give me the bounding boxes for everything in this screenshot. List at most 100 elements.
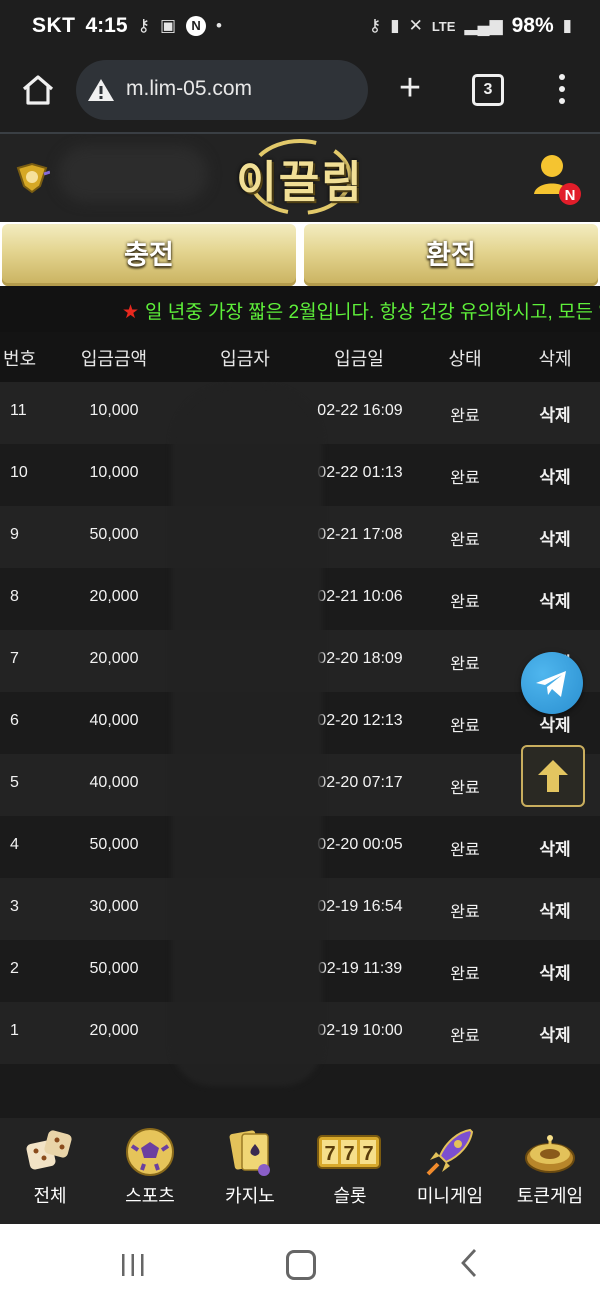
roulette-icon <box>525 1135 575 1173</box>
row-no: 5 <box>10 774 19 791</box>
telegram-button[interactable] <box>521 652 583 714</box>
mute-icon: ✕ <box>408 16 423 35</box>
row-no: 8 <box>10 588 19 605</box>
notice-ticker: ★ 일 년중 가장 짧은 2월입니다. 항상 건강 유의하시고, 모든 일 <box>0 286 600 332</box>
site-header: 이끌림 N <box>0 134 600 222</box>
delete-button[interactable]: 삭제 <box>518 897 592 922</box>
home-icon[interactable] <box>20 72 56 108</box>
svg-text:N: N <box>565 187 576 204</box>
row-status: 완료 <box>450 532 480 549</box>
dice-icon <box>26 1130 72 1170</box>
status-bar: SKT 4:15 ⚷ ▣ N • ⚷ ▮ ✕ LTE ▂▄▆ 98% ▮ <box>0 0 600 56</box>
delete-button[interactable]: 삭제 <box>518 959 592 984</box>
row-amount: 10,000 <box>89 402 139 419</box>
browser-toolbar: m.lim-05.com + 3 <box>0 56 600 134</box>
row-amount: 20,000 <box>89 650 139 667</box>
cards-icon <box>229 1130 270 1176</box>
delete-button[interactable]: 삭제 <box>518 1021 592 1046</box>
system-navigation-bar <box>0 1224 600 1300</box>
delete-button[interactable]: 삭제 <box>518 463 592 488</box>
row-no: 10 <box>10 464 28 481</box>
carrier-name: SKT <box>32 14 76 37</box>
row-amount: 20,000 <box>89 1022 139 1039</box>
exchange-button[interactable]: 환전 <box>304 224 598 286</box>
battery-icon: ▮ <box>562 16 572 35</box>
rocket-icon <box>426 1128 474 1176</box>
dot-icon: • <box>216 16 222 35</box>
row-date: 02-22 16:09 <box>317 402 403 419</box>
row-no: 3 <box>10 898 19 915</box>
clock: 4:15 <box>85 14 128 37</box>
nav-item-casino[interactable]: 카지노 <box>200 1118 300 1224</box>
row-no: 1 <box>10 1022 19 1039</box>
header-status: 상태 <box>448 349 482 369</box>
scroll-to-top-button[interactable] <box>521 745 585 807</box>
redacted-depositor-column <box>172 386 322 1086</box>
row-amount: 50,000 <box>89 836 139 853</box>
home-nav-icon[interactable] <box>286 1250 316 1280</box>
redacted-username <box>58 146 208 202</box>
header-amount: 입금금액 <box>80 349 148 369</box>
row-amount: 40,000 <box>89 712 139 729</box>
nav-item-slot[interactable]: 7 7 7 슬롯 <box>300 1118 400 1224</box>
new-tab-icon[interactable]: + <box>392 68 428 108</box>
battery-level: 98% <box>511 14 554 37</box>
row-status: 완료 <box>450 470 480 487</box>
row-status: 완료 <box>450 904 480 921</box>
svg-text:7: 7 <box>324 1143 335 1165</box>
naver-icon: N <box>186 16 207 36</box>
battery-saver-icon: ▮ <box>390 16 400 35</box>
row-status: 완료 <box>450 1028 480 1045</box>
charge-button[interactable]: 충전 <box>2 224 296 286</box>
delete-button[interactable]: 삭제 <box>518 401 592 426</box>
delete-button[interactable]: 삭제 <box>518 525 592 550</box>
site-logo[interactable]: 이끌림 <box>230 138 370 216</box>
row-status: 완료 <box>450 780 480 797</box>
ticker-text: 일 년중 가장 짧은 2월입니다. 항상 건강 유의하시고, 모든 일 <box>145 302 600 323</box>
address-bar[interactable]: m.lim-05.com <box>76 60 368 120</box>
row-no: 9 <box>10 526 19 543</box>
header-depositor: 입금자 <box>220 349 270 369</box>
row-status: 완료 <box>450 718 480 735</box>
delete-button[interactable]: 삭제 <box>518 711 592 736</box>
tab-switcher-button[interactable]: 3 <box>472 74 504 106</box>
level-badge-icon <box>16 162 50 194</box>
signal-icon: ▂▄▆ <box>464 16 503 35</box>
row-no: 11 <box>10 402 27 419</box>
soccer-ball-icon <box>126 1128 174 1176</box>
row-amount: 40,000 <box>89 774 139 791</box>
star-icon: ★ <box>122 302 140 323</box>
header-delete: 삭제 <box>538 349 572 369</box>
table-header: 번호 입금금액 입금자 입금일 상태 삭제 <box>0 332 600 382</box>
warning-icon <box>88 79 114 101</box>
row-amount: 30,000 <box>89 898 139 915</box>
slot-777-icon: 7 7 7 <box>317 1135 381 1169</box>
user-profile-icon[interactable]: N <box>532 152 582 206</box>
recent-apps-icon[interactable] <box>120 1252 146 1278</box>
row-no: 6 <box>10 712 19 729</box>
telegram-icon <box>536 671 566 697</box>
network-type: LTE <box>431 18 456 34</box>
header-date: 입금일 <box>334 349 384 369</box>
row-status: 완료 <box>450 842 480 859</box>
row-no: 7 <box>10 650 19 667</box>
row-amount: 10,000 <box>89 464 139 481</box>
back-icon[interactable] <box>460 1248 478 1278</box>
game-category-nav: 전체 스포츠 카지노 7 7 7 슬롯 미니게임 토큰게임 <box>0 1118 600 1224</box>
nav-item-sports[interactable]: 스포츠 <box>100 1118 200 1224</box>
arrow-up-icon <box>538 760 568 792</box>
delete-button[interactable]: 삭제 <box>518 587 592 612</box>
delete-button[interactable]: 삭제 <box>518 835 592 860</box>
image-icon: ▣ <box>159 16 177 35</box>
nav-item-minigame[interactable]: 미니게임 <box>400 1118 500 1224</box>
nav-item-all[interactable]: 전체 <box>0 1118 100 1224</box>
more-menu-icon[interactable] <box>550 72 574 108</box>
row-no: 4 <box>10 836 19 853</box>
header-no: 번호 <box>3 349 37 369</box>
row-status: 완료 <box>450 408 480 425</box>
url-text: m.lim-05.com <box>126 77 253 100</box>
vpn-key-icon: ⚷ <box>368 16 382 35</box>
nav-item-token-game[interactable]: 토큰게임 <box>500 1118 600 1224</box>
row-status: 완료 <box>450 966 480 983</box>
svg-text:7: 7 <box>362 1143 373 1165</box>
